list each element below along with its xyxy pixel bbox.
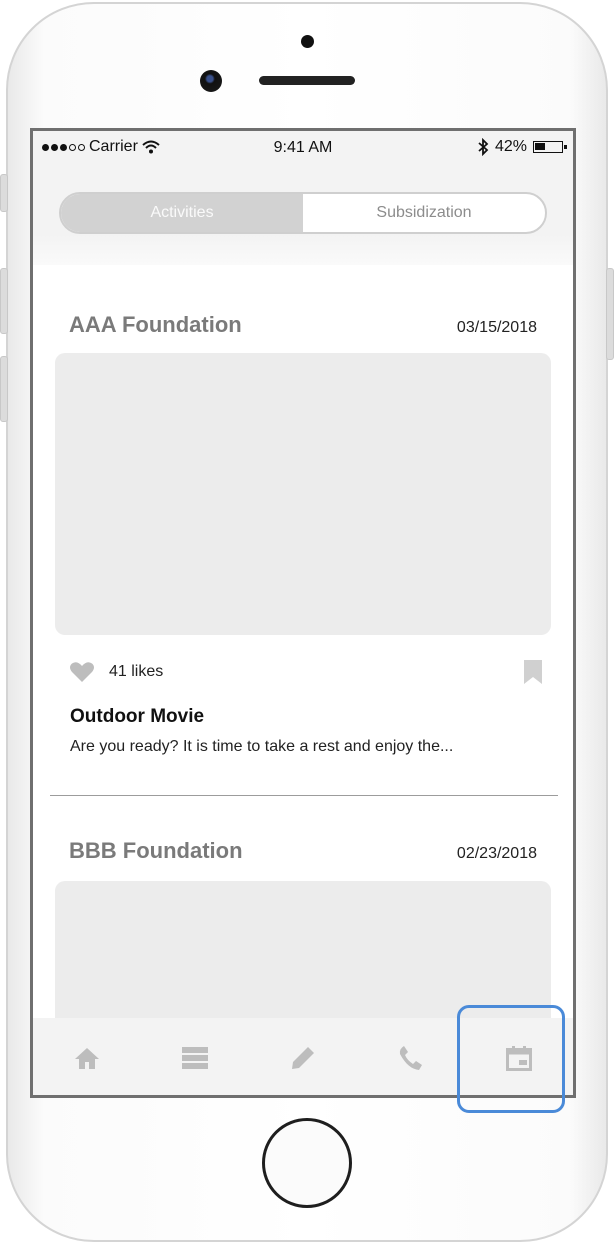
earpiece-speaker (259, 76, 355, 85)
phone-icon (399, 1046, 422, 1070)
likes-row: 41 likes (69, 659, 543, 685)
list-icon (182, 1047, 208, 1069)
proximity-sensor (301, 35, 314, 48)
calendar-tab-highlight (457, 1005, 565, 1113)
front-camera (200, 70, 222, 92)
power-button (606, 268, 614, 360)
battery-tip (564, 145, 567, 149)
tab-activities[interactable]: Activities (61, 194, 303, 232)
status-bar: Carrier 9:41 AM 42% (33, 131, 573, 165)
volume-down-button (0, 356, 8, 422)
post-date: 02/23/2018 (456, 845, 537, 862)
post-excerpt: Are you ready? It is time to take a rest… (70, 738, 454, 755)
tab-header: Activities Subsidization (33, 165, 573, 265)
post-image[interactable] (55, 353, 551, 635)
screen: Carrier 9:41 AM 42% Activities Subsidiza… (30, 128, 576, 1098)
mute-switch (0, 174, 8, 212)
segmented-control: Activities Subsidization (59, 192, 547, 234)
home-icon (75, 1048, 99, 1069)
organization-name[interactable]: BBB Foundation (69, 838, 243, 864)
post-date: 03/15/2018 (456, 319, 537, 336)
battery-fill (535, 143, 545, 150)
status-right: 42% (477, 138, 567, 156)
tab-subsidization[interactable]: Subsidization (303, 194, 545, 232)
organization-name[interactable]: AAA Foundation (69, 312, 242, 338)
post-divider (50, 795, 558, 796)
bookmark-icon[interactable] (523, 659, 543, 685)
likes-count: 41 likes (109, 663, 164, 680)
pencil-icon (292, 1047, 314, 1069)
battery-percentage: 42% (494, 138, 527, 155)
post-header: BBB Foundation 02/23/2018 (69, 838, 537, 864)
post-header: AAA Foundation 03/15/2018 (69, 312, 537, 338)
post-title[interactable]: Outdoor Movie (70, 706, 204, 728)
heart-icon[interactable] (69, 661, 95, 683)
bluetooth-icon (478, 138, 489, 156)
tab-write[interactable] (273, 1028, 333, 1088)
tab-contact[interactable] (381, 1028, 441, 1088)
home-button[interactable] (262, 1118, 352, 1208)
volume-up-button (0, 268, 8, 334)
battery-icon (533, 141, 567, 153)
tab-list[interactable] (165, 1028, 225, 1088)
tab-home[interactable] (57, 1028, 117, 1088)
